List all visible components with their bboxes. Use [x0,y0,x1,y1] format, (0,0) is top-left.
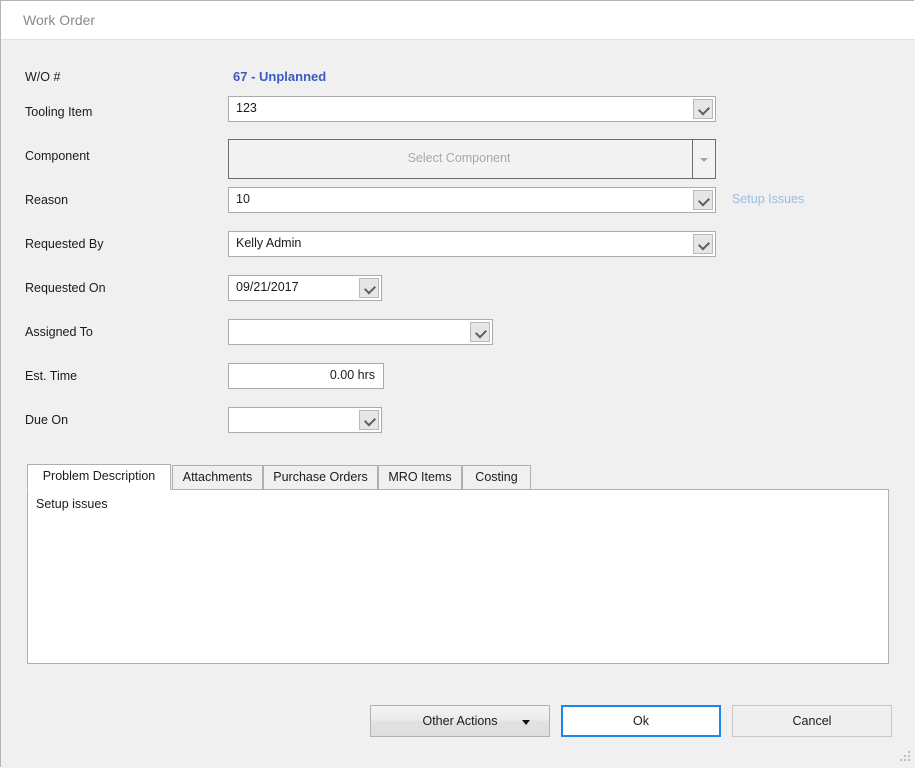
tab-label: MRO Items [388,470,452,484]
component-separator [692,140,693,178]
chevron-down-icon[interactable] [470,322,490,342]
tab-label: Attachments [182,470,253,484]
tab-panel: Problem Description Attachments Purchase… [27,464,889,715]
label-tooling-item: Tooling Item [25,105,93,119]
label-requested-on: Requested On [25,281,106,295]
label-est-time: Est. Time [25,369,78,383]
reason-value: 10 [236,192,250,206]
component-placeholder: Select Component [407,151,511,165]
other-actions-button[interactable]: Other Actions [370,705,550,737]
setup-issues-link[interactable]: Setup Issues [732,192,804,206]
tab-mro-items[interactable]: MRO Items [378,465,462,490]
work-order-window: Work Order W/O # 67 - Unplanned Tooling … [0,0,915,768]
tab-strip: Problem Description Attachments Purchase… [27,464,889,490]
ok-button[interactable]: Ok [561,705,721,737]
label-component: Component [25,149,90,163]
tab-problem-description[interactable]: Problem Description [27,464,171,490]
component-selector[interactable]: Select Component [228,139,716,179]
tab-costing[interactable]: Costing [462,465,531,490]
chevron-down-icon[interactable] [359,278,379,298]
chevron-down-icon[interactable] [359,410,379,430]
wo-number-value: 67 - Unplanned [233,69,327,84]
tab-label: Costing [475,470,518,484]
tab-attachments[interactable]: Attachments [172,465,263,490]
requested-on-datepicker[interactable]: 09/21/2017 [228,275,382,301]
due-on-datepicker[interactable] [228,407,382,433]
tooling-item-value: 123 [236,101,257,115]
tab-label: Problem Description [42,469,156,483]
chevron-down-icon[interactable] [693,190,713,210]
other-actions-label: Other Actions [422,714,498,728]
label-requested-by: Requested By [25,237,104,251]
requested-by-combobox[interactable]: Kelly Admin [228,231,716,257]
requested-on-value: 09/21/2017 [236,280,299,294]
label-wo-number: W/O # [25,70,61,84]
tooling-item-combobox[interactable]: 123 [228,96,716,122]
label-due-on: Due On [25,413,69,427]
resize-grip[interactable] [898,751,911,764]
problem-description-textarea[interactable]: Setup issues [27,489,889,664]
chevron-down-icon[interactable] [693,234,713,254]
caret-down-icon[interactable] [700,158,708,162]
reason-combobox[interactable]: 10 [228,187,716,213]
cancel-label: Cancel [792,714,832,728]
requested-by-value: Kelly Admin [236,236,302,250]
titlebar: Work Order [1,1,915,39]
chevron-down-icon[interactable] [693,99,713,119]
cancel-button[interactable]: Cancel [732,705,892,737]
problem-description-text: Setup issues [36,497,108,511]
client-area: W/O # 67 - Unplanned Tooling Item 123 Co… [1,39,915,768]
est-time-value: 0.00 hrs [329,368,375,382]
ok-label: Ok [633,714,649,728]
label-assigned-to: Assigned To [25,325,93,339]
est-time-input[interactable]: 0.00 hrs [228,363,384,389]
caret-down-icon [522,720,530,725]
window-title: Work Order [23,12,96,28]
tab-label: Purchase Orders [273,470,368,484]
assigned-to-combobox[interactable] [228,319,493,345]
label-reason: Reason [25,193,69,207]
tab-purchase-orders[interactable]: Purchase Orders [263,465,378,490]
